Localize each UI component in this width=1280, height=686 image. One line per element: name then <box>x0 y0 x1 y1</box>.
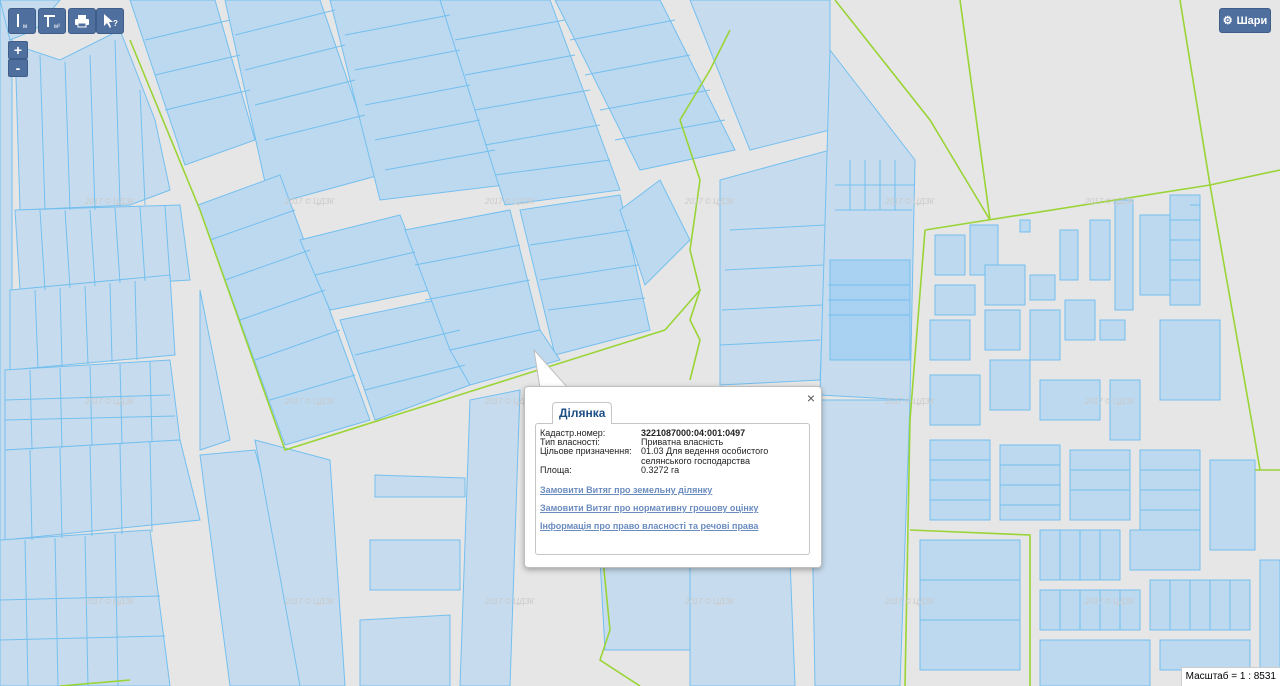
watermark: 2017 © ЦДЗК <box>284 197 335 206</box>
watermark: 2017 © ЦДЗК <box>84 197 135 206</box>
ruler-area-icon: м² <box>44 15 60 30</box>
parcel-popup: × Ділянка Кадастр.номер: 3221087000:04:0… <box>524 386 822 568</box>
layers-button[interactable]: ⚙ Шари <box>1219 8 1271 33</box>
cadastral-map[interactable]: 2017 © ЦДЗК 2017 © ЦДЗК 2017 © ЦДЗК 2017… <box>0 0 1280 686</box>
zoom-out-button[interactable]: - <box>8 59 28 77</box>
order-extract-link[interactable]: Замовити Витяг про земельну ділянку <box>540 485 712 495</box>
identify-button[interactable]: ? <box>96 8 124 34</box>
svg-text:м²: м² <box>54 24 60 30</box>
watermark: 2017 © ЦДЗК <box>684 197 735 206</box>
area-value: 0.3272 га <box>641 465 680 475</box>
watermark: 2017 © ЦДЗК <box>1084 597 1135 606</box>
print-button[interactable] <box>68 8 96 34</box>
svg-text:м: м <box>23 24 27 30</box>
close-icon[interactable]: × <box>807 390 815 406</box>
svg-text:?: ? <box>113 19 118 28</box>
ownership-info-link[interactable]: Інформація про право власності та речові… <box>540 521 758 531</box>
zoom-in-button[interactable]: + <box>8 41 28 59</box>
watermark: 2017 © ЦДЗК <box>1084 397 1135 406</box>
watermark: 2017 © ЦДЗК <box>884 597 935 606</box>
watermark: 2017 © ЦДЗК <box>484 597 535 606</box>
watermark: 2017 © ЦДЗК <box>284 597 335 606</box>
scale-label: Масштаб = 1 : 8531 <box>1180 667 1280 686</box>
field-label: Площа: <box>540 465 572 475</box>
watermark: 2017 © ЦДЗК <box>884 197 935 206</box>
watermark: 2017 © ЦДЗК <box>84 397 135 406</box>
watermark: 2017 © ЦДЗК <box>284 397 335 406</box>
watermark: 2017 © ЦДЗК <box>1084 197 1135 206</box>
watermark: 2017 © ЦДЗК <box>684 597 735 606</box>
ruler-length-icon: м <box>17 14 27 30</box>
gear-icon: ⚙ <box>1222 15 1233 27</box>
measure-length-button[interactable]: м <box>8 8 36 34</box>
printer-icon <box>75 15 89 28</box>
tab-parcel[interactable]: Ділянка <box>552 402 613 424</box>
purpose: 01.03 Для ведення особистого селянського… <box>641 446 769 466</box>
popup-content: Кадастр.номер: 3221087000:04:001:0497 Ти… <box>535 423 810 555</box>
pointer-question-icon: ? <box>104 14 118 28</box>
field-label: Цільове призначення: <box>540 446 632 456</box>
watermark: 2017 © ЦДЗК <box>884 397 935 406</box>
layers-label: Шари <box>1236 14 1268 27</box>
watermark: 2017 © ЦДЗК <box>84 597 135 606</box>
watermark: 2017 © ЦДЗК <box>484 197 535 206</box>
order-valuation-link[interactable]: Замовити Витяг про нормативну грошову оц… <box>540 503 758 513</box>
measure-area-button[interactable]: м² <box>38 8 66 34</box>
